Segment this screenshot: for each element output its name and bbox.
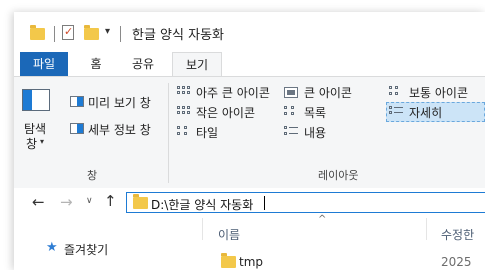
up-arrow-icon[interactable]: ↑: [104, 192, 117, 210]
details-pane-button[interactable]: 세부 정보 창: [88, 121, 151, 138]
details-icon: [389, 106, 403, 118]
small-icons-icon: [177, 106, 191, 118]
file-browser: ^ 이름 수정한 ★ 즐겨찾기 tmp 2025: [14, 214, 485, 270]
pane-group-label: 창: [87, 169, 98, 182]
file-name[interactable]: tmp: [239, 255, 263, 269]
navigation-pane-label-2[interactable]: 창: [26, 135, 37, 152]
navigation-pane-dropdown-icon[interactable]: ▾: [40, 137, 44, 146]
recent-locations-icon[interactable]: ∨: [86, 196, 93, 206]
layout-details[interactable]: 자세히: [409, 104, 442, 121]
tab-file[interactable]: 파일: [20, 52, 68, 76]
group-divider: [168, 83, 169, 183]
ribbon-tabs: 파일 홈 공유 보기: [14, 52, 485, 77]
star-icon: ★: [46, 240, 58, 255]
address-path[interactable]: D:\한글 양식 자동화: [151, 196, 253, 213]
preview-pane-icon[interactable]: [70, 96, 84, 107]
column-divider[interactable]: [426, 218, 427, 240]
layout-content[interactable]: 내용: [304, 124, 326, 141]
extra-large-icons-icon: [177, 86, 191, 98]
quick-access-item[interactable]: 즐겨찾기: [64, 241, 108, 258]
window-title: 한글 양식 자동화: [132, 28, 224, 43]
file-modified: 2025: [441, 255, 472, 269]
content-icon: [284, 126, 298, 138]
text-caret: [264, 196, 265, 210]
layout-list[interactable]: 목록: [304, 104, 326, 121]
column-divider: [202, 218, 203, 240]
navigation-pane-icon[interactable]: [22, 89, 50, 111]
back-arrow-icon[interactable]: ←: [32, 193, 45, 211]
tiles-icon: [177, 126, 191, 138]
qat-customize-icon[interactable]: ▾: [105, 26, 110, 37]
address-folder-icon: [133, 194, 148, 209]
large-icons-icon: [284, 87, 298, 98]
address-row: ← → ∨ ↑ D:\한글 양식 자동화: [14, 188, 485, 218]
layout-large-icons[interactable]: 큰 아이콘: [304, 84, 352, 101]
explorer-window: ✓ ▾ 한글 양식 자동화 파일 홈 공유 보기 탐색 창 ▾ 미리 보기 창 …: [14, 12, 485, 270]
preview-pane-button[interactable]: 미리 보기 창: [88, 94, 151, 111]
folder-icon: [30, 25, 45, 40]
sort-ascending-icon: ^: [318, 214, 327, 225]
ribbon-view: 탐색 창 ▾ 미리 보기 창 세부 정보 창 창 아주 큰 아이콘 큰 아이콘 …: [14, 76, 485, 189]
forward-arrow-icon[interactable]: →: [60, 193, 73, 211]
title-separator: [120, 26, 121, 42]
layout-small-icons[interactable]: 작은 아이콘: [196, 104, 255, 121]
table-row[interactable]: tmp 2025: [218, 252, 485, 270]
layout-extra-large-icons[interactable]: 아주 큰 아이콘: [196, 84, 270, 101]
title-bar: ✓ ▾ 한글 양식 자동화: [14, 12, 485, 52]
layout-tiles[interactable]: 타일: [196, 124, 218, 141]
medium-icons-icon: [389, 86, 403, 98]
new-folder-icon[interactable]: [84, 25, 99, 40]
address-bar[interactable]: D:\한글 양식 자동화: [126, 192, 485, 213]
tab-home[interactable]: 홈: [76, 52, 116, 76]
layout-medium-icons[interactable]: 보통 아이콘: [409, 84, 468, 101]
properties-icon[interactable]: ✓: [62, 25, 74, 40]
qat-separator: [54, 26, 55, 42]
column-header-modified[interactable]: 수정한: [441, 226, 474, 243]
list-icon: [284, 106, 298, 118]
folder-icon: [221, 253, 236, 268]
column-header-name[interactable]: 이름: [218, 226, 240, 243]
tab-share[interactable]: 공유: [120, 52, 166, 76]
tab-view[interactable]: 보기: [172, 52, 222, 77]
layout-group-label: 레이아웃: [318, 169, 359, 182]
details-pane-icon[interactable]: [70, 123, 84, 134]
